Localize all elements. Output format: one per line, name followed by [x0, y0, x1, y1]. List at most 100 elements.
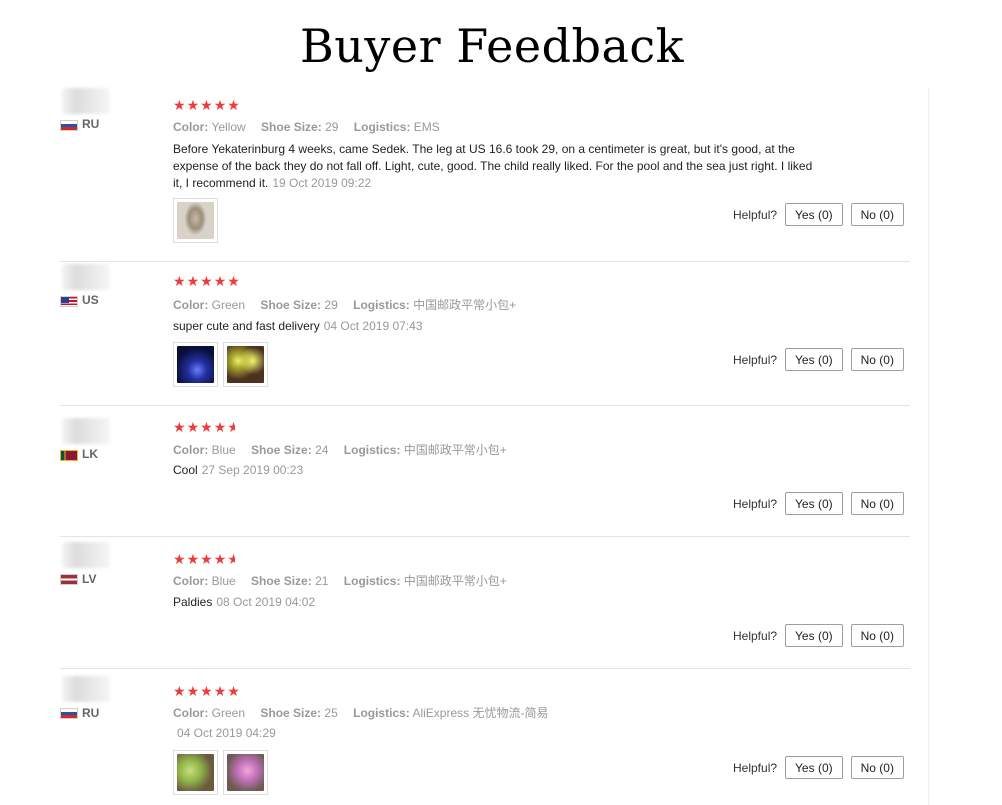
review-attributes: Color: Green Shoe Size: 25 Logistics: Al… — [173, 706, 549, 720]
logistics-value: AliExpress 无忧物流-简易 — [412, 706, 549, 720]
star-icon: ★ — [173, 683, 186, 699]
star-icon: ★ — [200, 683, 213, 699]
helpful-no-button[interactable]: No (0) — [850, 624, 904, 647]
country-code: LK — [82, 447, 98, 461]
helpful-no-button[interactable]: No (0) — [850, 756, 904, 779]
review-text: super cute and fast delivery 04 Oct 2019 … — [173, 319, 423, 333]
star-icon: ★ — [227, 97, 240, 113]
review-attributes: Color: Yellow Shoe Size: 29 Logistics: E… — [173, 120, 440, 134]
flag-ru-icon — [60, 120, 78, 131]
review-attributes: Color: Green Shoe Size: 29 Logistics: 中国… — [173, 298, 517, 312]
helpful-no-button[interactable]: No (0) — [850, 348, 904, 371]
helpful-label: Helpful? — [733, 760, 778, 775]
star-icon: ★ — [200, 419, 213, 435]
review-date: 04 Oct 2019 04:29 — [177, 726, 276, 740]
color-value: Green — [211, 706, 246, 720]
glowing-shoes-photo — [227, 346, 264, 383]
color-value: Blue — [211, 574, 236, 588]
review-date: 04 Oct 2019 07:43 — [323, 319, 423, 333]
avatar — [62, 542, 110, 568]
star-icon: ★ — [186, 551, 200, 567]
shoe-size-value: 29 — [324, 298, 338, 312]
helpful-vote: Helpful? Yes (0) No (0) — [733, 203, 912, 226]
star-icon: ★ — [227, 683, 240, 699]
review-photo-thumbnail[interactable] — [173, 342, 218, 387]
star-icon: ★ — [186, 273, 200, 289]
logistics-value: EMS — [413, 120, 440, 134]
shoe-size-value: 25 — [324, 706, 338, 720]
star-icon: ★ — [213, 273, 227, 289]
star-half-icon: ★ — [227, 419, 240, 435]
review-divider — [60, 261, 910, 262]
star-icon: ★ — [173, 419, 186, 435]
review-photo-thumbnail[interactable] — [173, 198, 218, 243]
review-text: Paldies 08 Oct 2019 04:02 — [173, 595, 316, 609]
flag-lk-icon — [60, 450, 78, 461]
logistics-value: 中国邮政平常小包+ — [413, 298, 517, 312]
country-code: RU — [82, 706, 100, 720]
review-text: Cool 27 Sep 2019 00:23 — [173, 463, 304, 477]
right-border — [928, 88, 929, 805]
review-divider — [60, 405, 910, 406]
logistics-value: 中国邮政平常小包+ — [403, 574, 507, 588]
review-photo-thumbnail[interactable] — [223, 750, 268, 795]
star-icon: ★ — [173, 97, 186, 113]
helpful-vote: Helpful? Yes (0) No (0) — [733, 348, 912, 371]
flag-lv-icon — [60, 574, 78, 585]
avatar — [62, 88, 110, 114]
helpful-vote: Helpful? Yes (0) No (0) — [733, 624, 912, 647]
helpful-yes-button[interactable]: Yes (0) — [785, 203, 843, 226]
helpful-vote: Helpful? Yes (0) No (0) — [733, 492, 912, 515]
helpful-label: Helpful? — [733, 352, 778, 367]
review-photo-thumbnail[interactable] — [223, 342, 268, 387]
star-icon: ★ — [227, 273, 240, 289]
star-rating: ★ ★ ★ ★ ★ — [173, 684, 240, 698]
review-photos — [173, 342, 268, 387]
helpful-label: Helpful? — [733, 207, 778, 222]
star-rating: ★ ★ ★ ★ ★ — [173, 552, 240, 566]
avatar — [62, 264, 110, 290]
pink-shoes-photo — [227, 754, 264, 791]
star-half-icon: ★ — [227, 551, 240, 567]
review-photo-thumbnail[interactable] — [173, 750, 218, 795]
review-divider — [60, 536, 910, 537]
review-date: 08 Oct 2019 04:02 — [216, 595, 316, 609]
review-divider — [60, 668, 910, 669]
star-icon: ★ — [213, 551, 227, 567]
review-photos — [173, 750, 268, 795]
review-date: 27 Sep 2019 00:23 — [201, 463, 304, 477]
helpful-yes-button[interactable]: Yes (0) — [785, 756, 843, 779]
star-icon: ★ — [173, 551, 186, 567]
shoe-size-value: 24 — [315, 443, 329, 457]
avatar — [62, 676, 110, 702]
review-attributes: Color: Blue Shoe Size: 21 Logistics: 中国邮… — [173, 574, 507, 588]
helpful-label: Helpful? — [733, 496, 778, 511]
review-attributes: Color: Blue Shoe Size: 24 Logistics: 中国邮… — [173, 443, 507, 457]
review-text: 04 Oct 2019 04:29 — [173, 725, 823, 742]
helpful-no-button[interactable]: No (0) — [850, 492, 904, 515]
flag-ru-icon — [60, 708, 78, 719]
helpful-vote: Helpful? Yes (0) No (0) — [733, 756, 912, 779]
color-value: Green — [211, 298, 246, 312]
child-wearing-shoes-photo — [177, 202, 214, 239]
helpful-yes-button[interactable]: Yes (0) — [785, 348, 843, 371]
page-title: Buyer Feedback — [300, 19, 685, 73]
flag-us-icon — [60, 296, 78, 307]
star-icon: ★ — [186, 683, 200, 699]
star-rating: ★ ★ ★ ★ ★ — [173, 274, 240, 288]
country-code: RU — [82, 117, 100, 131]
star-icon: ★ — [186, 97, 200, 113]
star-icon: ★ — [186, 419, 200, 435]
star-icon: ★ — [200, 97, 213, 113]
shoe-size-value: 29 — [325, 120, 339, 134]
color-value: Blue — [211, 443, 236, 457]
review-date: 19 Oct 2019 09:22 — [272, 176, 372, 190]
star-icon: ★ — [173, 273, 186, 289]
helpful-no-button[interactable]: No (0) — [850, 203, 904, 226]
helpful-yes-button[interactable]: Yes (0) — [785, 624, 843, 647]
avatar — [62, 418, 110, 444]
helpful-yes-button[interactable]: Yes (0) — [785, 492, 843, 515]
light-up-shoe-dark-photo — [177, 346, 214, 383]
review-photos — [173, 198, 218, 243]
star-icon: ★ — [213, 419, 227, 435]
